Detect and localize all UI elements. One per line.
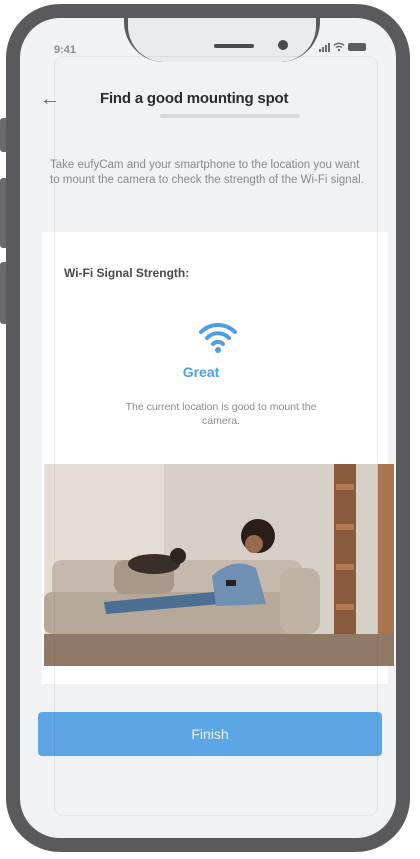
mounting-example-photo	[44, 464, 394, 666]
app-header: ← Find a good mounting spot	[20, 78, 396, 122]
front-camera	[278, 40, 288, 50]
instructions-text: Take eufyCam and your smartphone to the …	[50, 159, 364, 186]
signal-status: Great	[182, 364, 220, 380]
signal-card-title: Wi-Fi Signal Strength:	[64, 266, 190, 280]
header-divider	[160, 114, 300, 118]
signal-message: The current location is good to mount th…	[125, 401, 317, 427]
signal-strength-card: Wi-Fi Signal Strength: Great The current…	[42, 232, 394, 684]
page-title: Find a good mounting spot	[100, 90, 289, 107]
status-time: 9:41	[54, 44, 77, 56]
finish-button[interactable]: Finish	[38, 712, 382, 756]
woman-on-sofa-illustration	[44, 464, 394, 666]
notch-inner	[128, 18, 316, 62]
back-arrow-icon[interactable]: ←	[40, 88, 60, 111]
phone-frame: 9:41 ← Find a good mounting spot Take eu…	[6, 4, 410, 852]
home-indicator	[150, 840, 250, 843]
battery-icon	[348, 43, 366, 51]
cellular-signal-icon	[319, 42, 330, 52]
wifi-icon	[199, 322, 237, 353]
phone-notch	[124, 18, 320, 62]
speaker-grill	[214, 44, 254, 48]
wifi-status-icon	[333, 42, 345, 52]
status-icons	[319, 42, 366, 52]
